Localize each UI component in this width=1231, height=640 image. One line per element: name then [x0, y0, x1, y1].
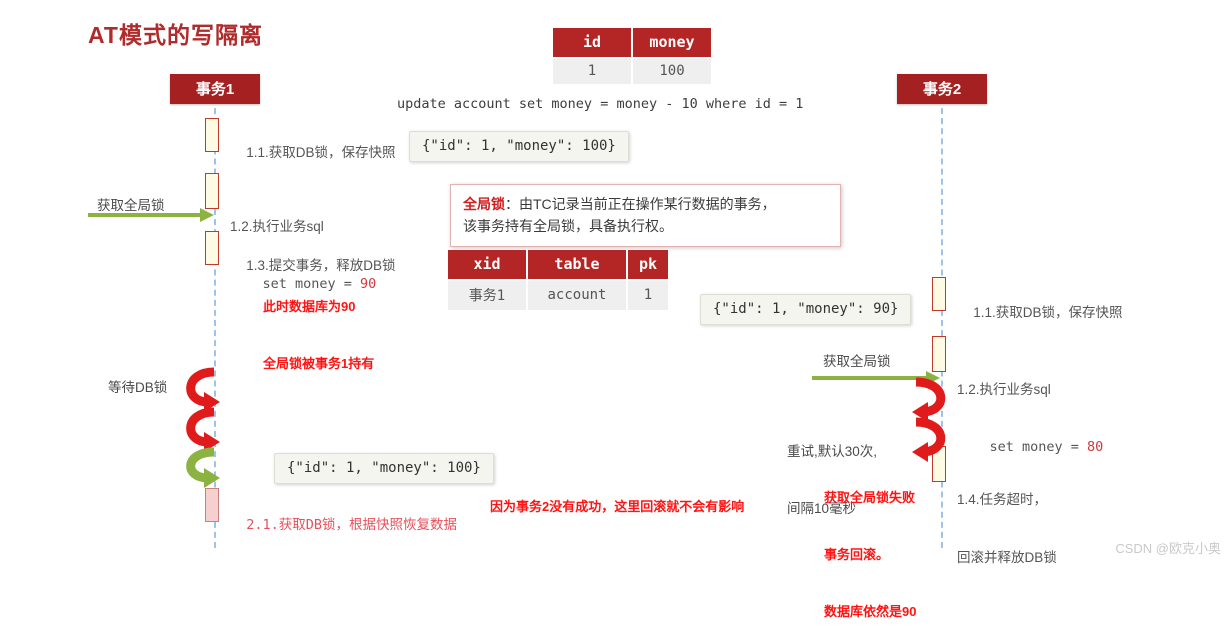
- annotation-tx1-db-value: 此时数据库为90 全局锁被事务1持有: [263, 299, 375, 371]
- actor-tx1: 事务1: [170, 74, 260, 104]
- account-table: id money 1 100: [551, 26, 713, 86]
- lock-table-header-pk: pk: [628, 250, 668, 279]
- account-table-header-id: id: [553, 28, 631, 57]
- lock-cell-pk: 1: [628, 281, 668, 310]
- global-lock-note: 全局锁：由TC记录当前正在操作某行数据的事务， 该事务持有全局锁，具备执行权。: [450, 184, 841, 247]
- page-title: AT模式的写隔离: [88, 22, 263, 48]
- global-lock-table: xid table pk 事务1 account 1: [446, 248, 670, 312]
- step-label-tx1-2-1: 2.1.获取DB锁，根据快照恢复数据: [246, 517, 458, 533]
- activation-bar-tx2-step2: [932, 336, 946, 372]
- annotation-rollback-no-effect: 因为事务2没有成功，这里回滚就不会有影响: [490, 499, 745, 514]
- account-cell-money: 100: [633, 59, 711, 84]
- snapshot-box-tx1-1: {"id": 1, "money": 100}: [409, 131, 629, 162]
- account-table-header-money: money: [633, 28, 711, 57]
- table-row: 1 100: [553, 59, 711, 84]
- step-label-tx2-1-4: 1.4.任务超时， 回滚并释放DB锁: [957, 492, 1057, 565]
- activation-bar-tx1-step1: [205, 118, 219, 152]
- lock-table-header-xid: xid: [448, 250, 526, 279]
- global-lock-label: 全局锁: [463, 196, 505, 212]
- watermark: CSDN @欧克小奥: [1115, 541, 1221, 556]
- activation-bar-tx1-step4: [205, 488, 219, 522]
- snapshot-box-tx2-1: {"id": 1, "money": 90}: [700, 294, 912, 325]
- table-row: 事务1 account 1: [448, 281, 668, 310]
- annotation-tx2-failure: 获取全局锁失败 事务回滚。 数据库依然是90: [824, 490, 917, 619]
- activation-bar-tx1-step3: [205, 231, 219, 265]
- step-label-tx1-1-1: 1.1.获取DB锁，保存快照: [246, 145, 396, 160]
- account-cell-id: 1: [553, 59, 631, 84]
- tx2-money-value: 80: [1087, 439, 1104, 455]
- actor-tx2: 事务2: [897, 74, 987, 104]
- retry-arrows-tx1: [186, 367, 220, 488]
- label-wait-db-lock: 等待DB锁: [108, 380, 168, 395]
- snapshot-box-tx1-2: {"id": 1, "money": 100}: [274, 453, 494, 484]
- activation-bar-tx1-step2: [205, 173, 219, 209]
- sql-statement: update account set money = money - 10 wh…: [397, 96, 804, 112]
- activation-bar-tx2-step1: [932, 277, 946, 311]
- lock-table-header-table: table: [528, 250, 626, 279]
- lock-cell-xid: 事务1: [448, 281, 526, 310]
- step-label-tx2-1-1: 1.1.获取DB锁，保存快照: [973, 305, 1123, 320]
- arrow-tx1-acquire-global-lock: [88, 208, 214, 222]
- lock-cell-table: account: [528, 281, 626, 310]
